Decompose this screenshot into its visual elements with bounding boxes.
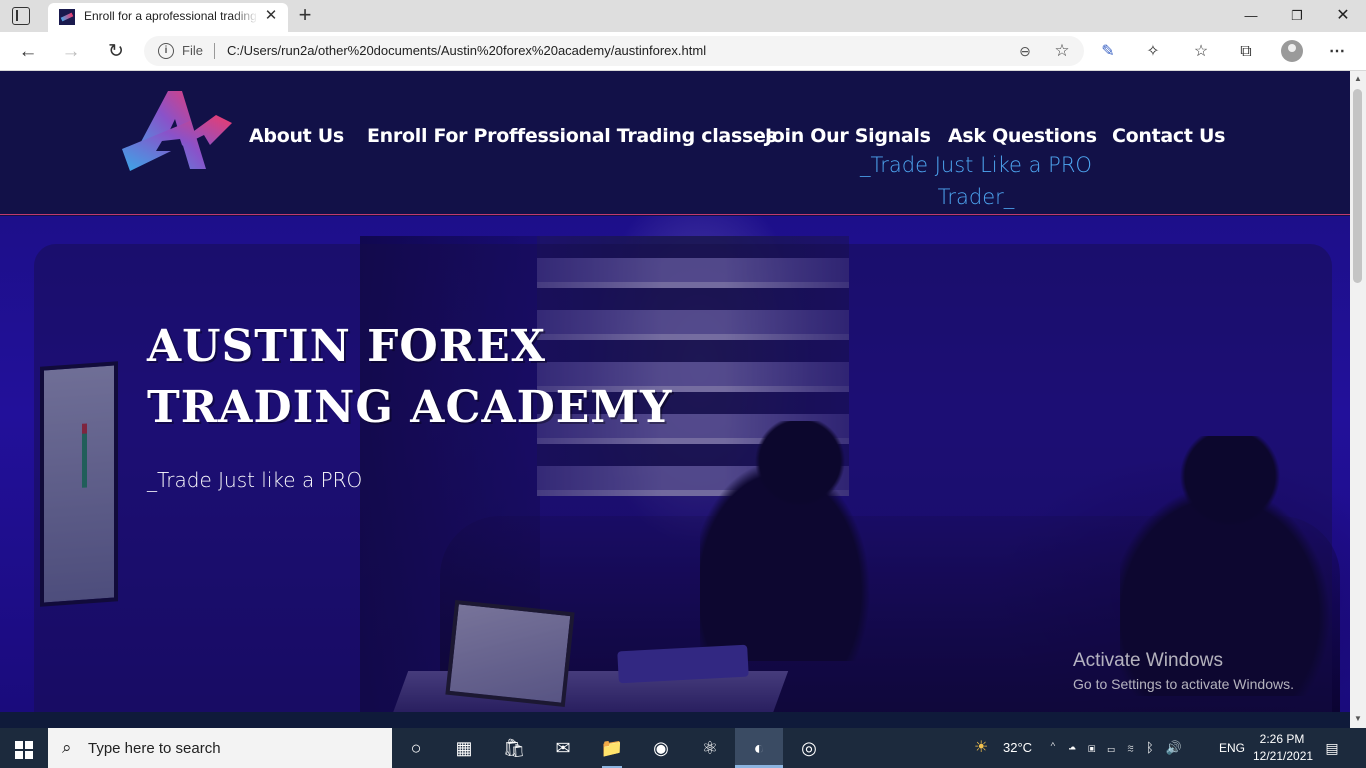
atom-icon[interactable]: ⚛ [686, 728, 734, 768]
academy-logo[interactable] [120, 91, 232, 175]
weather-icon[interactable]: ☀ [974, 728, 988, 768]
hero-section: AUSTIN FOREX TRADING ACADEMY _Trade Just… [0, 216, 1350, 712]
extensions-icon[interactable]: ✧ [1142, 41, 1164, 63]
hero-title: AUSTIN FOREX TRADING ACADEMY [147, 316, 747, 438]
back-button[interactable]: ← [14, 38, 42, 66]
search-icon: ⌕ [62, 738, 72, 757]
page-scrollbar[interactable]: ▲ ▼ [1350, 71, 1366, 728]
windows-logo-icon [15, 741, 23, 749]
windows-logo-icon [15, 751, 23, 759]
scheme-label: File [182, 43, 203, 58]
web-page: About Us Enroll For Proffessional Tradin… [0, 71, 1350, 712]
pen-icon[interactable]: ✎ [1097, 41, 1119, 63]
nav-about-us[interactable]: About Us [249, 125, 344, 147]
clock-date: 12/21/2021 [1253, 749, 1314, 763]
add-favorite-icon[interactable]: ☆ [1052, 41, 1072, 61]
close-window-button[interactable]: ✕ [1320, 0, 1366, 32]
header-tagline-line1: _Trade Just Like a PRO [860, 153, 1092, 177]
tab-title: Enroll for a aprofessional trading [84, 9, 257, 23]
notification-icon[interactable]: ▤ [1322, 738, 1342, 758]
scroll-thumb[interactable] [1353, 89, 1362, 283]
edge-icon[interactable]: ◐ [735, 728, 783, 768]
maximize-button[interactable]: ❐ [1274, 0, 1320, 32]
browser-toolbar: ← → ↻ i File C:/Users/run2a/other%20docu… [0, 32, 1366, 71]
nav-ask-questions[interactable]: Ask Questions [948, 125, 1097, 147]
widgets-icon[interactable]: ▦ [440, 728, 488, 768]
header-tagline-line2: Trader_ [937, 185, 1015, 209]
chrome-icon[interactable]: ◉ [637, 728, 685, 768]
weather-temp[interactable]: 32°C [1003, 728, 1032, 768]
hero-title-line1: AUSTIN FOREX [147, 321, 546, 372]
windows-taskbar: ⌕ Type here to search ○ ▦ 🛍 ✉ 📁 ◉ ⚛ ◐ ◎ … [0, 728, 1366, 768]
browser-tab[interactable]: Enroll for a aprofessional trading ✕ [48, 3, 288, 32]
favorites-icon[interactable]: ☆ [1190, 41, 1212, 63]
more-menu-icon[interactable]: ⋯ [1326, 41, 1348, 63]
search-placeholder[interactable]: Type here to search [88, 740, 221, 757]
browser-tab-strip: Enroll for a aprofessional trading ✕ + —… [0, 0, 1366, 32]
nav-enroll[interactable]: Enroll For Proffessional Trading classes [367, 125, 777, 147]
site-info-icon[interactable]: i [158, 43, 174, 59]
windows-logo-icon [25, 741, 33, 749]
page-bottom-strip [0, 712, 1350, 728]
profile-avatar[interactable] [1281, 40, 1303, 62]
new-tab-button[interactable]: + [294, 4, 316, 26]
forward-button[interactable]: → [57, 38, 85, 66]
activate-windows-subtitle: Go to Settings to activate Windows. [1073, 676, 1294, 692]
clock-time: 2:26 PM [1259, 732, 1305, 746]
windows-logo-icon [25, 751, 33, 759]
site-header: About Us Enroll For Proffessional Tradin… [0, 71, 1350, 215]
task-view-icon[interactable]: ○ [392, 728, 440, 768]
hero-title-line2: TRADING ACADEMY [147, 382, 673, 433]
zoom-icon[interactable]: ⊖ [1016, 42, 1034, 60]
scroll-up-icon[interactable]: ▲ [1354, 74, 1362, 83]
mail-icon[interactable]: ✉ [539, 728, 587, 768]
site-favicon-icon [59, 9, 75, 25]
hero-subtitle: _Trade Just like a PRO [147, 468, 363, 492]
nav-join-signals[interactable]: Join Our Signals [765, 125, 931, 147]
url-text[interactable]: C:/Users/run2a/other%20documents/Austin%… [227, 43, 706, 58]
taskbar-clock[interactable]: 2:26 PM 12/21/2021 [1253, 731, 1314, 765]
tray-icons[interactable]: ⌃ ☁ ▣ ▭ ≋ ᛒ 🔊 [1049, 728, 1186, 768]
media-icon[interactable]: ◎ [785, 728, 833, 768]
collections-icon[interactable]: ⧉ [1235, 41, 1257, 63]
taskbar-search[interactable]: ⌕ Type here to search [48, 728, 392, 768]
address-bar[interactable]: i File C:/Users/run2a/other%20documents/… [144, 36, 1084, 66]
reload-button[interactable]: ↻ [102, 38, 130, 66]
store-icon[interactable]: 🛍 [490, 728, 538, 768]
scroll-down-icon[interactable]: ▼ [1354, 714, 1362, 723]
tab-close-icon[interactable]: ✕ [262, 7, 280, 25]
address-separator [214, 43, 215, 59]
nav-contact-us[interactable]: Contact Us [1112, 125, 1225, 147]
tab-actions-icon[interactable] [12, 7, 30, 25]
header-tagline: _Trade Just Like a PRO Trader_ [856, 149, 1096, 213]
start-button[interactable] [0, 728, 48, 768]
file-explorer-icon[interactable]: 📁 [588, 728, 636, 768]
minimize-button[interactable]: — [1228, 0, 1274, 32]
activate-windows-title: Activate Windows [1073, 650, 1223, 671]
language-indicator[interactable]: ENG [1219, 728, 1245, 768]
